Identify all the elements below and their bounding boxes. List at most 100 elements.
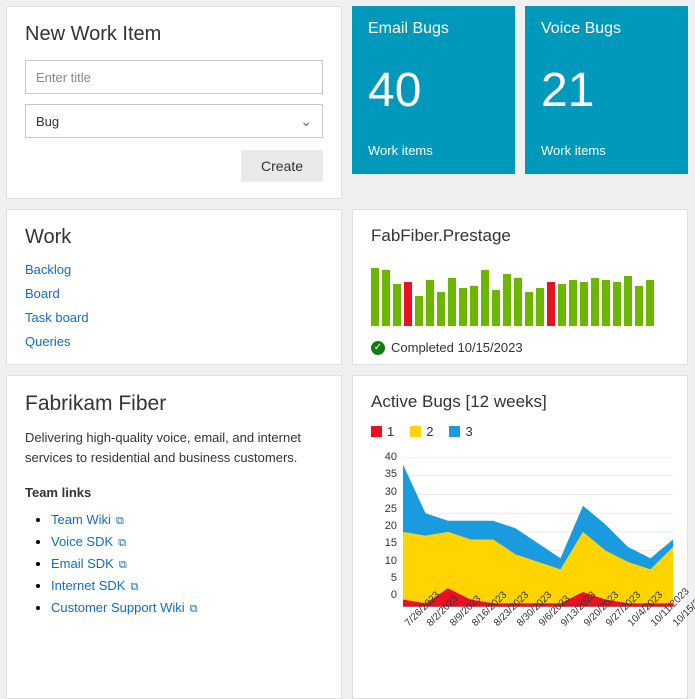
links-header: Team links	[25, 485, 323, 500]
link-queries[interactable]: Queries	[25, 334, 71, 349]
tile-email-bugs[interactable]: Email Bugs 40 Work items	[352, 6, 515, 174]
y-axis-labels: 4035302520151050	[373, 451, 397, 601]
build-bar	[580, 282, 588, 326]
x-tick: 8/23/2023	[492, 621, 500, 629]
external-link-icon: ⧉	[127, 581, 138, 593]
panel-desc: Delivering high-quality voice, email, an…	[25, 428, 323, 467]
link-backlog[interactable]: Backlog	[25, 262, 71, 277]
link-internet-sdk[interactable]: Internet SDK ⧉	[51, 578, 138, 593]
panel-title: New Work Item	[25, 23, 323, 46]
tile-voice-bugs[interactable]: Voice Bugs 21 Work items	[525, 6, 688, 174]
build-bar	[514, 278, 522, 326]
tile-sub: Work items	[368, 143, 499, 158]
check-icon: ✓	[371, 341, 385, 355]
team-links: Team Wiki ⧉ Voice SDK ⧉ Email SDK ⧉ Inte…	[25, 512, 323, 616]
type-select[interactable]: Bug ⌄	[25, 104, 323, 138]
panel-title: Work	[25, 226, 323, 249]
x-tick: 9/27/2023	[604, 621, 612, 629]
build-bar	[503, 274, 511, 326]
link-team-wiki[interactable]: Team Wiki ⧉	[51, 512, 124, 527]
new-work-item-panel: New Work Item Bug ⌄ Create	[6, 6, 342, 199]
build-panel: FabFiber.Prestage ✓ Completed 10/15/2023	[352, 209, 688, 365]
external-link-icon: ⧉	[187, 603, 198, 615]
x-tick: 8/16/2023	[470, 621, 478, 629]
y-tick: 30	[373, 486, 397, 498]
panel-title: Fabrikam Fiber	[25, 392, 323, 416]
build-bar	[602, 280, 610, 326]
build-bar	[404, 282, 412, 326]
panel-title: Active Bugs [12 weeks]	[371, 392, 669, 412]
build-history-chart	[371, 264, 669, 326]
legend-item-3: 3	[449, 424, 472, 439]
swatch-icon	[410, 426, 421, 437]
build-title: FabFiber.Prestage	[371, 226, 669, 246]
build-bar	[470, 286, 478, 326]
link-board[interactable]: Board	[25, 286, 60, 301]
chart-svg	[403, 457, 673, 607]
build-bar	[437, 292, 445, 326]
link-voice-sdk[interactable]: Voice SDK ⧉	[51, 534, 126, 549]
build-bar	[547, 282, 555, 326]
work-panel: Work Backlog Board Task board Queries	[6, 209, 342, 365]
create-button[interactable]: Create	[241, 150, 323, 182]
x-tick: 10/15/2023	[671, 621, 679, 629]
work-links: Backlog Board Task board Queries	[25, 261, 323, 351]
y-tick: 40	[373, 451, 397, 463]
fabrikam-panel: Fabrikam Fiber Delivering high-quality v…	[6, 375, 342, 699]
build-bar	[591, 278, 599, 326]
build-bar	[558, 284, 566, 326]
x-tick: 9/13/2023	[559, 621, 567, 629]
build-bar	[415, 296, 423, 326]
y-tick: 5	[373, 572, 397, 584]
y-tick: 15	[373, 537, 397, 549]
build-bar	[635, 286, 643, 326]
link-email-sdk[interactable]: Email SDK ⧉	[51, 556, 127, 571]
x-tick: 9/20/2023	[582, 621, 590, 629]
y-tick: 10	[373, 555, 397, 567]
title-input[interactable]	[25, 60, 323, 94]
build-status: ✓ Completed 10/15/2023	[371, 340, 669, 355]
x-tick: 8/30/2023	[515, 621, 523, 629]
area-chart: 4035302520151050	[403, 457, 669, 617]
build-bar	[448, 278, 456, 326]
tile-value: 40	[368, 67, 499, 115]
build-bar	[613, 282, 621, 326]
build-bar	[525, 292, 533, 326]
x-axis-labels: 7/26/2023 8/2/2023 8/9/2023 8/16/2023 8/23/2…	[403, 621, 671, 632]
external-link-icon: ⧉	[113, 515, 124, 527]
build-bar	[371, 268, 379, 326]
external-link-icon: ⧉	[116, 559, 127, 571]
active-bugs-panel: Active Bugs [12 weeks] 1 2 3 40353025201…	[352, 375, 688, 699]
x-tick: 10/4/2023	[626, 621, 634, 629]
y-tick: 25	[373, 503, 397, 515]
x-tick: 8/2/2023	[425, 621, 433, 629]
x-tick: 7/26/2023	[403, 621, 411, 629]
tile-row: Email Bugs 40 Work items Voice Bugs 21 W…	[352, 6, 688, 199]
swatch-icon	[449, 426, 460, 437]
build-bar	[492, 290, 500, 326]
build-bar	[624, 276, 632, 326]
x-tick: 8/9/2023	[448, 621, 456, 629]
tile-value: 21	[541, 67, 672, 115]
type-value: Bug	[36, 114, 59, 129]
link-task-board[interactable]: Task board	[25, 310, 89, 325]
build-bar	[536, 288, 544, 326]
build-status-text: Completed 10/15/2023	[391, 340, 523, 355]
build-bar	[382, 270, 390, 326]
x-tick: 9/6/2023	[537, 621, 545, 629]
x-tick: 10/11/2023	[649, 621, 657, 629]
tile-title: Email Bugs	[368, 20, 499, 38]
chart-legend: 1 2 3	[371, 424, 669, 439]
link-support-wiki[interactable]: Customer Support Wiki ⧉	[51, 600, 198, 615]
y-tick: 35	[373, 468, 397, 480]
build-bar	[459, 288, 467, 326]
build-bar	[393, 284, 401, 326]
y-tick: 0	[373, 589, 397, 601]
chevron-down-icon: ⌄	[300, 113, 312, 130]
legend-item-2: 2	[410, 424, 433, 439]
build-bar	[426, 280, 434, 326]
tile-sub: Work items	[541, 143, 672, 158]
tile-title: Voice Bugs	[541, 20, 672, 38]
build-bar	[646, 280, 654, 326]
external-link-icon: ⧉	[115, 537, 126, 549]
